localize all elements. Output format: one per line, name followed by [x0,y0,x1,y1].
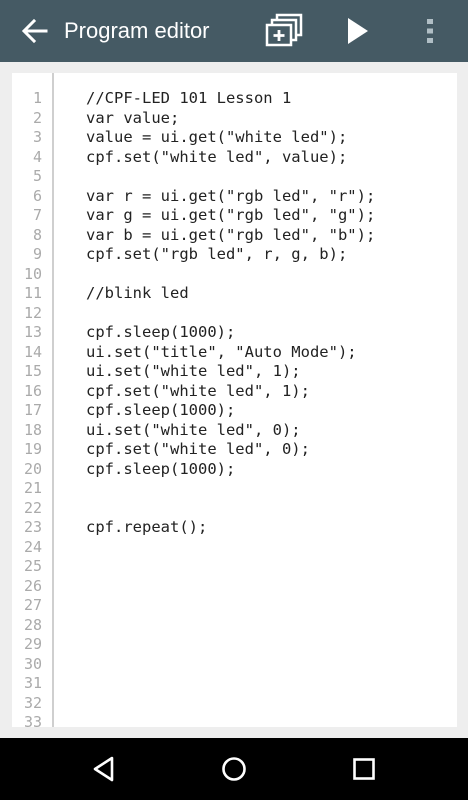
code-line[interactable]: var g = ui.get("rgb led", "g"); [86,206,451,226]
app-bar: Program editor [0,0,468,62]
nav-recents-icon[interactable] [344,749,384,789]
line-number: 15 [23,362,42,380]
line-number: 12 [23,303,42,322]
line-number: 29 [23,635,42,653]
code-line[interactable] [86,167,451,187]
code-line[interactable] [86,265,451,285]
line-number: 27 [23,596,42,614]
line-number: 33 [23,713,42,727]
add-to-library-icon[interactable] [264,12,306,50]
code-line[interactable]: cpf.set("white led", 1); [86,382,451,402]
line-number: 8 [32,225,42,244]
code-line[interactable]: //blink led [86,284,451,304]
back-arrow-icon[interactable] [16,13,52,49]
code-line[interactable] [86,304,451,324]
line-number: 19 [23,440,42,458]
code-line[interactable]: cpf.set("white led", value); [86,148,451,168]
code-line[interactable]: var r = ui.get("rgb led", "r"); [86,187,451,207]
play-icon[interactable] [340,12,376,50]
line-number: 10 [23,264,42,283]
line-number: 6 [32,186,42,205]
line-number: 22 [23,498,42,517]
code-line[interactable]: value = ui.get("white led"); [86,128,451,148]
code-line[interactable] [86,479,451,499]
line-number: 11 [23,284,42,302]
line-number: 5 [32,167,42,185]
line-number: 9 [32,245,42,263]
line-number: 3 [32,128,42,146]
more-vert-icon[interactable] [418,12,442,50]
code-line[interactable]: var b = ui.get("rgb led", "b"); [86,226,451,246]
code-line[interactable]: //CPF-LED 101 Lesson 1 [86,89,451,109]
line-number: 17 [23,401,42,419]
line-number: 23 [23,518,42,536]
line-number: 20 [23,459,42,478]
code-line[interactable] [86,499,451,519]
line-number: 26 [23,576,42,595]
line-number: 4 [32,147,42,166]
code-line[interactable]: cpf.sleep(1000); [86,401,451,421]
line-numbers: 1 2 3 4 5 6 7 8 9 10 11 12 13 14 15 16 17 18 19 20 21 22 23 24 2… [12,89,42,727]
code-text[interactable]: //CPF-LED 101 Lesson 1 var value; value = … [86,89,451,538]
line-number: 14 [23,342,42,361]
line-number-gutter: 1 2 3 4 5 6 7 8 9 10 11 12 13 14 15 16 17 18 19 20 21 22 23 24 2… [12,73,54,727]
code-line[interactable]: cpf.sleep(1000); [86,323,451,343]
line-number: 2 [32,108,42,127]
code-editor[interactable]: 1 2 3 4 5 6 7 8 9 10 11 12 13 14 15 16 17 18 19 20 21 22 23 24 2… [12,73,457,727]
line-number: 18 [23,420,42,439]
line-number: 32 [23,693,42,712]
line-number: 13 [23,323,42,341]
system-nav-bar [0,738,468,800]
code-line[interactable]: var value; [86,109,451,129]
code-line[interactable]: cpf.set("white led", 0); [86,440,451,460]
line-number: 21 [23,479,42,497]
line-number: 31 [23,674,42,692]
code-line[interactable]: ui.set("white led", 1); [86,362,451,382]
nav-back-icon[interactable] [84,749,124,789]
code-line[interactable]: ui.set("white led", 0); [86,421,451,441]
code-line[interactable]: cpf.repeat(); [86,518,451,538]
line-number: 24 [23,537,42,556]
line-number: 30 [23,654,42,673]
code-line[interactable]: ui.set("title", "Auto Mode"); [86,343,451,363]
line-number: 16 [23,381,42,400]
nav-home-icon[interactable] [214,749,254,789]
code-line[interactable]: cpf.set("rgb led", r, g, b); [86,245,451,265]
code-line[interactable]: cpf.sleep(1000); [86,460,451,480]
line-number: 1 [32,89,42,107]
line-number: 28 [23,615,42,634]
line-number: 25 [23,557,42,575]
page-title: Program editor [64,18,210,43]
line-number: 7 [32,206,42,224]
